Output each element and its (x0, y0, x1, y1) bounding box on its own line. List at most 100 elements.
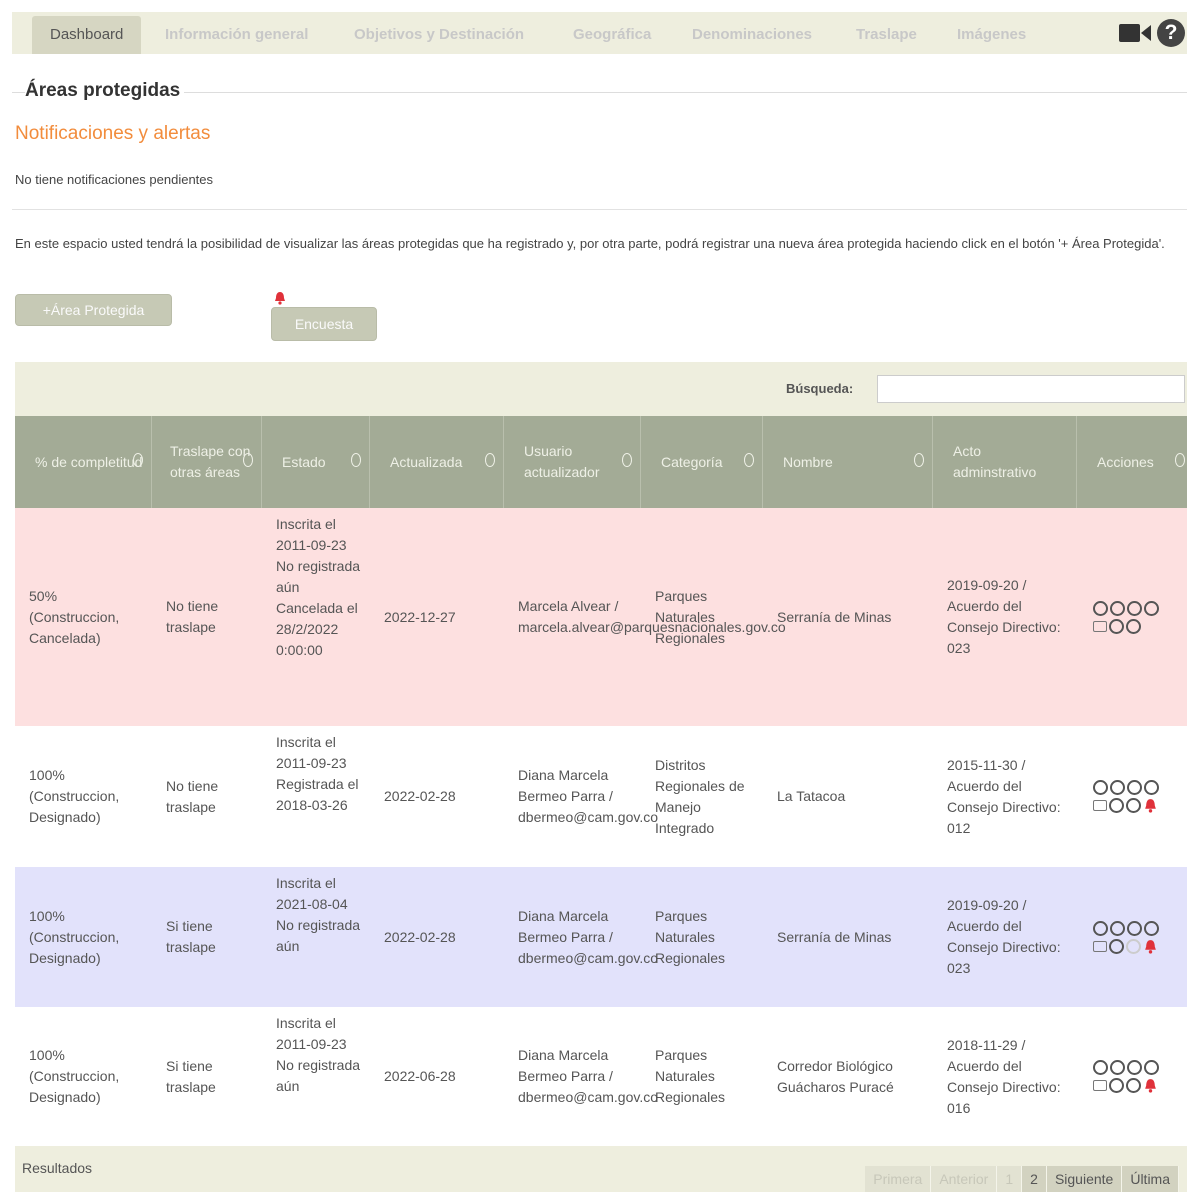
table-row: 50% (Construccion, Cancelada) No tiene tr… (15, 508, 1187, 726)
view-icon[interactable] (1093, 780, 1108, 795)
cell-estado: Inscrita el 2021-08-04 No registrada aún (276, 875, 361, 954)
tab-denominaciones[interactable]: Denominaciones (692, 16, 812, 54)
bell-icon[interactable] (1143, 939, 1158, 954)
tab-objetivos[interactable]: Objetivos y Destinación (354, 16, 524, 54)
info-icon[interactable] (1127, 780, 1142, 795)
divider (12, 209, 1187, 210)
edit-icon[interactable] (1110, 920, 1125, 936)
info-icon[interactable] (1127, 920, 1142, 936)
view-icon[interactable] (1093, 600, 1108, 616)
tab-imagenes[interactable]: Imágenes (957, 16, 1026, 54)
image-icon[interactable] (1093, 800, 1107, 811)
cell-usuario: Diana Marcela Bermeo Parra / dbermeo@cam… (518, 767, 659, 825)
tab-bar: Dashboard Información general Objetivos … (12, 12, 1187, 54)
column-usuario[interactable]: Usuario actualizador (504, 416, 641, 508)
bell-icon[interactable] (1143, 798, 1158, 813)
cell-completitud: 100% (Construccion, Designado) (29, 767, 120, 825)
row-actions (1093, 508, 1187, 726)
pagination: Primera Anterior 1 2 Siguiente Última (865, 1166, 1179, 1192)
map-icon[interactable] (1109, 618, 1124, 634)
cell-nombre: La Tatacoa (777, 788, 846, 804)
pagination-5[interactable]: Siguiente (1046, 1166, 1123, 1192)
pagination-6[interactable]: Última (1122, 1166, 1179, 1192)
info-icon[interactable] (1127, 1060, 1142, 1075)
bell-icon[interactable] (1143, 1078, 1158, 1093)
cell-categoria: Parques Naturales Regionales (655, 1047, 726, 1105)
cell-traslape: Si tiene traslape (166, 1057, 216, 1095)
map-icon[interactable] (1109, 1078, 1124, 1093)
column-traslape[interactable]: Traslape con otras áreas (152, 416, 262, 508)
table-row: 100% (Construccion, Designado) Si tiene t… (15, 1007, 1187, 1146)
column-nombre[interactable]: Nombre (763, 416, 933, 508)
cell-nombre: Serranía de Minas (777, 608, 892, 625)
cell-acto: 2018-11-29 / Acuerdo del Consejo Directi… (947, 1036, 1061, 1116)
cell-traslape: No tiene traslape (166, 777, 219, 815)
view-icon[interactable] (1093, 1060, 1108, 1075)
search-bar: Búsqueda: (15, 362, 1187, 416)
check-icon[interactable] (1144, 780, 1159, 795)
check-icon[interactable] (1144, 920, 1159, 936)
check-icon[interactable] (1144, 1060, 1159, 1075)
delete-icon[interactable] (1126, 798, 1141, 813)
map-icon[interactable] (1109, 938, 1124, 954)
cell-estado: Inscrita el 2011-09-23 Registrada el 201… (276, 734, 359, 813)
check-icon[interactable] (1144, 600, 1159, 616)
image-icon[interactable] (1093, 940, 1107, 952)
row-actions (1093, 867, 1187, 1007)
column-completitud[interactable]: % de completitud (15, 416, 152, 508)
edit-icon[interactable] (1110, 600, 1125, 616)
cell-traslape: Si tiene traslape (166, 918, 216, 955)
delete-icon[interactable] (1126, 618, 1141, 634)
delete-icon[interactable] (1126, 1078, 1141, 1093)
column-label: Categoría (661, 453, 723, 470)
help-icon[interactable]: ? (1157, 19, 1185, 47)
tab-traslape[interactable]: Traslape (856, 16, 917, 54)
view-icon[interactable] (1093, 920, 1108, 936)
column-actualizada[interactable]: Actualizada (370, 416, 504, 508)
delete-icon[interactable] (1126, 938, 1141, 954)
cell-completitud: 100% (Construccion, Designado) (29, 907, 120, 966)
pagination-2[interactable]: Anterior (931, 1166, 998, 1192)
sort-icon (133, 453, 143, 467)
image-icon[interactable] (1093, 620, 1107, 632)
edit-icon[interactable] (1110, 1060, 1125, 1075)
table-header: % de completitud Traslape con otras área… (15, 416, 1187, 508)
video-camera-icon[interactable] (1119, 23, 1151, 43)
cell-actualizada: 2022-12-27 (384, 608, 456, 625)
survey-button[interactable]: Encuesta (271, 307, 377, 341)
row-actions (1093, 1007, 1187, 1146)
pagination-3[interactable]: 1 (997, 1166, 1023, 1192)
cell-actualizada: 2022-02-28 (384, 788, 456, 804)
cell-usuario: Diana Marcela Bermeo Parra / dbermeo@cam… (518, 907, 659, 966)
add-area-button[interactable]: +Área Protegida (15, 294, 172, 326)
column-acciones[interactable]: Acciones (1077, 416, 1187, 508)
cell-acto: 2019-09-20 / Acuerdo del Consejo Directi… (947, 577, 1061, 656)
sort-icon (351, 453, 361, 467)
cell-traslape: No tiene traslape (166, 598, 219, 635)
tab-informacion-general[interactable]: Información general (165, 16, 308, 54)
edit-icon[interactable] (1110, 780, 1125, 795)
column-categoria[interactable]: Categoría (641, 416, 763, 508)
tab-geografica[interactable]: Geográfica (573, 16, 651, 54)
column-label: Actualizada (390, 453, 463, 470)
cell-categoria: Parques Naturales Regionales (655, 587, 726, 646)
sort-icon (914, 453, 924, 467)
column-label: Acciones (1097, 453, 1154, 470)
page-title: Áreas protegidas (25, 80, 185, 102)
info-icon[interactable] (1127, 600, 1142, 616)
column-estado[interactable]: Estado (262, 416, 370, 508)
pagination-1[interactable]: Primera (865, 1166, 932, 1192)
tab-dashboard[interactable]: Dashboard (32, 16, 142, 54)
image-icon[interactable] (1093, 1080, 1107, 1091)
map-icon[interactable] (1109, 798, 1124, 813)
bell-icon (275, 292, 285, 305)
pagination-4[interactable]: 2 (1022, 1166, 1047, 1192)
areas-table: Búsqueda: % de completitud Traslape con … (15, 362, 1187, 1192)
search-input[interactable] (877, 375, 1185, 403)
column-acto[interactable]: Acto adminstrativo (933, 416, 1077, 508)
cell-actualizada: 2022-02-28 (384, 928, 456, 945)
section-header: Áreas protegidas (12, 80, 1187, 106)
cell-categoria: Distritos Regionales de Manejo Integrado (655, 756, 745, 836)
sort-icon (485, 453, 495, 467)
search-label: Búsqueda: (786, 381, 854, 396)
